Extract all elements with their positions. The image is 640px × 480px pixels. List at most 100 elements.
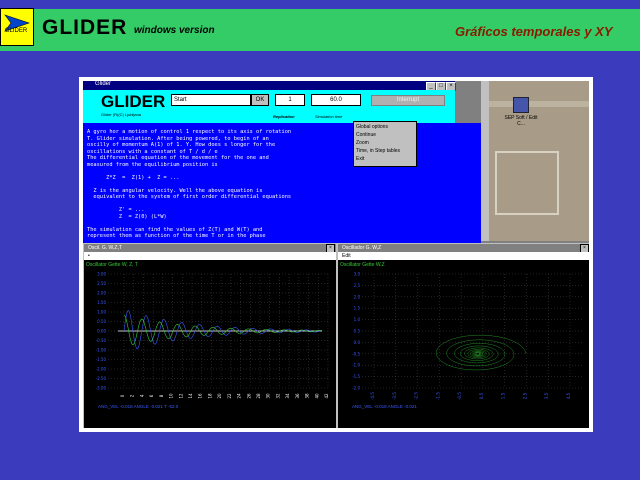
time-graph-readout: ANG_VEL -0.018 ANGLE -0.021 T -52.0	[98, 404, 179, 409]
x-tick-label: 4	[139, 394, 144, 397]
y-tick-label: -2.00	[96, 367, 107, 372]
page-subtitle: windows version	[134, 25, 215, 36]
y-tick-label: 2.0	[354, 294, 361, 299]
x-tick-label: 14	[188, 393, 193, 399]
x-tick-label: 30	[266, 393, 271, 399]
y-tick-label: 0.0	[354, 340, 361, 345]
x-tick-label: 16	[198, 393, 203, 399]
menu-item-global-options[interactable]: Global options	[356, 124, 388, 130]
text-line: Z*Z = Z(1) + Z = ...	[87, 174, 180, 181]
desktop-shortcut-label: SEP Soft / Edit C...	[504, 115, 538, 127]
logo-caption: GLIDER	[4, 28, 28, 34]
x-tick-label: 40	[314, 393, 319, 399]
time-graph-window: Oscil. G. W,Z,T × • Oscillator Gette W, …	[83, 243, 337, 428]
x-tick-label: 6	[149, 394, 154, 397]
y-tick-label: -1.5	[352, 374, 360, 379]
menu-item-step-tables[interactable]: Time, in Step tables	[356, 148, 400, 154]
text-line: Z = Z(0) (L*W)	[87, 213, 167, 220]
x-tick-label: 0.5	[479, 392, 484, 399]
phase-trajectory-series	[436, 335, 527, 371]
phase-graph-window: Oscillador G. W,Z × Edit Oscillator Gett…	[337, 243, 589, 428]
y-tick-label: 3.0	[354, 272, 361, 277]
time-graph-title[interactable]: Oscil. G. W,Z,T	[84, 244, 336, 252]
phase-graph-title[interactable]: Oscillador G. W,Z	[338, 244, 589, 252]
phase-graph-plot: 3.0 2.5 2.0 1.5 1.0 0.5 0.0 -0.5 -1.0 -1.5 -2.0 -4.…	[352, 272, 582, 400]
y-tick-label: -1.00	[96, 348, 107, 353]
time-graph-plot: 3.00 2.50 2.00 1.50 1.00 0.50 0.00 -0.50 -1.00 -1…	[96, 272, 329, 399]
replication-input[interactable]: 1	[275, 94, 305, 106]
x-tick-label: 18	[207, 393, 212, 399]
app-titlebar[interactable]	[83, 81, 455, 90]
options-menu: Global options Continue Zoom Time, in St…	[353, 121, 417, 167]
menu-item-zoom[interactable]: Zoom	[356, 140, 369, 146]
section-title: Gráficos temporales y XY	[455, 24, 613, 39]
y-tick-label: 1.00	[97, 310, 106, 315]
x-tick-label: 42	[324, 393, 329, 399]
y-tick-label: -0.5	[352, 351, 360, 356]
menu-item-continue[interactable]: Continue	[356, 132, 376, 138]
text-line: T. Glider simulation. After being powere…	[87, 135, 269, 142]
app-logo: GLIDER	[101, 92, 166, 111]
x-tick-label: 10	[169, 393, 174, 399]
x-tick-label: 1.5	[501, 392, 506, 399]
y-tick-label: 3.00	[97, 272, 106, 277]
text-line: oscilly of momentum A(1) of 1. Y. How do…	[87, 142, 276, 148]
text-window-scrollbar[interactable]	[481, 81, 489, 241]
phase-graph-menu[interactable]: Edit	[338, 252, 589, 260]
ok-button[interactable]: OK	[251, 94, 269, 106]
x-tick-label: 32	[275, 393, 280, 399]
desktop: SEP Soft / Edit C... Glider _ □ × GLIDER…	[83, 81, 589, 428]
name-input[interactable]: Start	[171, 94, 251, 106]
desktop-wallpaper	[485, 81, 589, 241]
text-line: equivalent to the system of first order …	[87, 194, 292, 200]
x-tick-label: -1.5	[435, 392, 440, 400]
simulation-time-input[interactable]: 60.0	[311, 94, 361, 106]
x-tick-label: 0	[120, 394, 125, 397]
text-line: represent them as function of the time T…	[87, 233, 266, 239]
x-tick-label: 12	[178, 393, 183, 399]
time-graph-menu[interactable]: •	[84, 252, 336, 260]
wallpaper-band	[485, 101, 589, 107]
text-line: The differential equation of the movemen…	[87, 155, 269, 161]
x-tick-label: -0.5	[457, 392, 462, 400]
interrupt-button[interactable]: Interrupt	[371, 95, 445, 106]
x-tick-label: 24	[237, 393, 242, 399]
x-tick-label: 2.5	[522, 392, 527, 399]
x-tick-label: 20	[217, 393, 222, 399]
x-tick-label: 34	[285, 393, 290, 399]
wallpaper-shape	[495, 151, 559, 215]
y-tick-label: -0.50	[96, 338, 107, 343]
x-tick-label: 36	[295, 393, 300, 399]
x-tick-label: -4.5	[370, 392, 375, 400]
y-tick-label: -3.00	[96, 386, 107, 391]
app-window-title: Glider	[95, 81, 112, 87]
phase-graph-readout: ANG_VEL -0.018 ANGLE -0.021	[352, 404, 417, 409]
x-tick-label: 38	[305, 393, 310, 399]
y-tick-label: 0.50	[97, 319, 106, 324]
desktop-shortcut-icon[interactable]	[513, 97, 529, 113]
y-tick-label: -1.0	[352, 363, 360, 368]
glider-logo-icon	[0, 8, 34, 46]
y-tick-label: 1.50	[97, 300, 106, 305]
text-line: Z' = ...	[87, 207, 145, 213]
x-tick-label: 3.5	[544, 392, 549, 399]
y-tick-label: 2.5	[354, 283, 361, 288]
glider-app-window: Glider _ □ × GLIDER Glider (R)(C) Ljublj…	[83, 81, 456, 123]
text-line: Z is the angular velocity. Well the abov…	[87, 187, 263, 194]
y-tick-label: 0.00	[97, 329, 106, 334]
y-tick-label: -2.0	[352, 386, 360, 391]
text-line: A gyro hor a motion of control 1 respect…	[87, 129, 292, 135]
y-tick-label: 1.5	[354, 306, 361, 311]
x-tick-label: 2	[130, 394, 135, 397]
y-tick-label: 2.50	[97, 281, 106, 286]
simulation-time-label: Simulation time	[315, 114, 343, 119]
page-title: GLIDER	[42, 16, 128, 39]
screenshot-frame: SEP Soft / Edit C... Glider _ □ × GLIDER…	[79, 77, 593, 432]
angular-velocity-series	[123, 310, 323, 350]
y-tick-label: 1.0	[354, 317, 361, 322]
text-line: oscillations with a constant of T / d / …	[87, 148, 218, 155]
y-tick-label: -2.50	[96, 376, 107, 381]
text-line: The simulation can find the values of Z(…	[87, 226, 263, 233]
menu-item-exit[interactable]: Exit	[356, 156, 364, 162]
replication-label: Replication	[273, 114, 295, 119]
